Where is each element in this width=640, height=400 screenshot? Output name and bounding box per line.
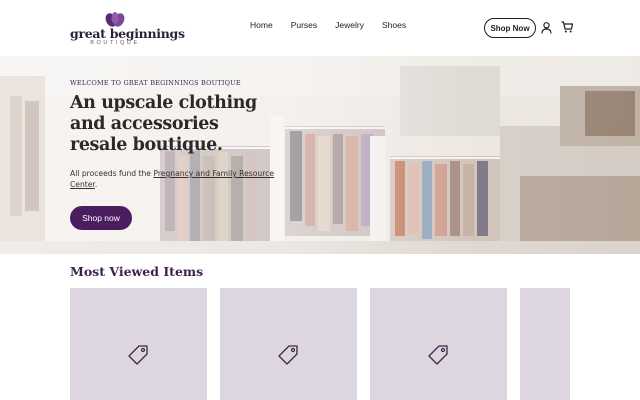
hero-desc-prefix: All proceeds fund the — [70, 169, 154, 178]
user-icon[interactable] — [541, 22, 552, 34]
nav-item-home[interactable]: Home — [250, 20, 273, 30]
brand-logo[interactable]: great beginnings BOUTIQUE — [70, 10, 185, 48]
nav-item-shoes[interactable]: Shoes — [382, 20, 406, 30]
hero-title: An upscale clothing and accessories resa… — [70, 93, 257, 155]
product-card[interactable] — [520, 288, 570, 400]
hero-description: All proceeds fund the Pregnancy and Fami… — [70, 168, 285, 190]
site-header: great beginnings BOUTIQUE Home Purses Je… — [0, 0, 640, 56]
tag-icon — [128, 345, 148, 365]
product-card[interactable] — [220, 288, 357, 400]
main-nav: Home Purses Jewelry Shoes — [250, 20, 424, 30]
most-viewed-title: Most Viewed Items — [70, 264, 204, 279]
hero-shop-now-button[interactable]: Shop now — [70, 206, 132, 230]
hero-desc-suffix: . — [94, 180, 98, 189]
brand-name: great beginnings — [70, 26, 185, 41]
shop-now-button[interactable]: Shop Now — [484, 18, 536, 38]
tag-icon — [278, 345, 298, 365]
brand-subtitle: BOUTIQUE — [90, 40, 140, 46]
product-card[interactable] — [70, 288, 207, 400]
product-card[interactable] — [370, 288, 507, 400]
tag-icon — [428, 345, 448, 365]
hero-eyebrow: WELCOME TO GREAT BEGINNINGS BOUTIQUE — [70, 79, 241, 87]
cart-icon[interactable] — [561, 21, 573, 33]
nav-item-jewelry[interactable]: Jewelry — [335, 20, 364, 30]
nav-item-purses[interactable]: Purses — [291, 20, 317, 30]
